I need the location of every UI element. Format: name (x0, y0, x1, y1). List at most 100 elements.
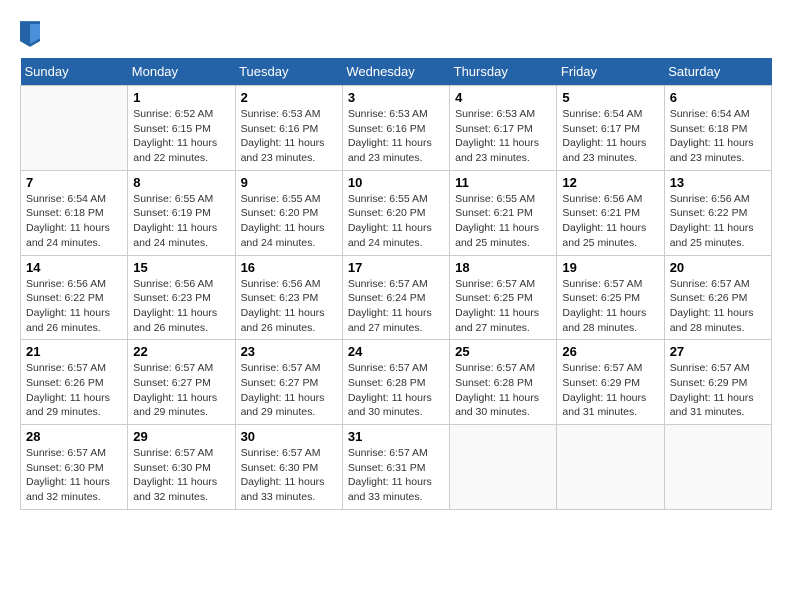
day-info: Sunrise: 6:56 AM Sunset: 6:22 PM Dayligh… (26, 277, 122, 336)
day-info: Sunrise: 6:54 AM Sunset: 6:18 PM Dayligh… (670, 107, 766, 166)
day-info: Sunrise: 6:57 AM Sunset: 6:30 PM Dayligh… (26, 446, 122, 505)
calendar-cell: 4 Sunrise: 6:53 AM Sunset: 6:17 PM Daylig… (450, 86, 557, 171)
day-info: Sunrise: 6:55 AM Sunset: 6:19 PM Dayligh… (133, 192, 229, 251)
day-number: 25 (455, 344, 551, 359)
col-header-wednesday: Wednesday (342, 58, 449, 86)
day-number: 8 (133, 175, 229, 190)
calendar-cell: 3Sunrise: 6:53 AM Sunset: 6:16 PM Daylig… (342, 86, 449, 171)
day-info: Sunrise: 6:57 AM Sunset: 6:24 PM Dayligh… (348, 277, 444, 336)
day-number: 4 (455, 90, 551, 105)
day-number: 20 (670, 260, 766, 275)
calendar-cell: 26 Sunrise: 6:57 AM Sunset: 6:29 PM Dayli… (557, 340, 664, 425)
calendar-cell: 8 Sunrise: 6:55 AM Sunset: 6:19 PM Daylig… (128, 170, 235, 255)
day-info: Sunrise: 6:57 AM Sunset: 6:29 PM Dayligh… (670, 361, 766, 420)
day-info: Sunrise: 6:57 AM Sunset: 6:28 PM Dayligh… (348, 361, 444, 420)
col-header-monday: Monday (128, 58, 235, 86)
page-header (20, 20, 772, 48)
calendar-cell: 2Sunrise: 6:53 AM Sunset: 6:16 PM Daylig… (235, 86, 342, 171)
calendar-cell: 25Sunrise: 6:57 AM Sunset: 6:28 PM Dayli… (450, 340, 557, 425)
day-info: Sunrise: 6:55 AM Sunset: 6:20 PM Dayligh… (348, 192, 444, 251)
calendar-cell (557, 425, 664, 510)
day-number: 19 (562, 260, 658, 275)
day-number: 29 (133, 429, 229, 444)
calendar-cell: 13 Sunrise: 6:56 AM Sunset: 6:22 PM Dayli… (664, 170, 771, 255)
calendar-cell: 7 Sunrise: 6:54 AM Sunset: 6:18 PM Daylig… (21, 170, 128, 255)
col-header-friday: Friday (557, 58, 664, 86)
calendar-week-row: 28 Sunrise: 6:57 AM Sunset: 6:30 PM Dayli… (21, 425, 772, 510)
day-info: Sunrise: 6:57 AM Sunset: 6:26 PM Dayligh… (670, 277, 766, 336)
col-header-saturday: Saturday (664, 58, 771, 86)
calendar-cell: 12 Sunrise: 6:56 AM Sunset: 6:21 PM Dayli… (557, 170, 664, 255)
day-number: 28 (26, 429, 122, 444)
day-number: 9 (241, 175, 337, 190)
day-info: Sunrise: 6:56 AM Sunset: 6:23 PM Dayligh… (133, 277, 229, 336)
calendar-cell: 27 Sunrise: 6:57 AM Sunset: 6:29 PM Dayli… (664, 340, 771, 425)
calendar-cell: 20 Sunrise: 6:57 AM Sunset: 6:26 PM Dayli… (664, 255, 771, 340)
day-info: Sunrise: 6:57 AM Sunset: 6:27 PM Dayligh… (241, 361, 337, 420)
calendar-cell: 22Sunrise: 6:57 AM Sunset: 6:27 PM Dayli… (128, 340, 235, 425)
day-number: 5 (562, 90, 658, 105)
calendar-header-row: SundayMondayTuesdayWednesdayThursdayFrid… (21, 58, 772, 86)
calendar-cell: 10 Sunrise: 6:55 AM Sunset: 6:20 PM Dayli… (342, 170, 449, 255)
day-info: Sunrise: 6:54 AM Sunset: 6:18 PM Dayligh… (26, 192, 122, 251)
col-header-thursday: Thursday (450, 58, 557, 86)
calendar-week-row: 1 Sunrise: 6:52 AM Sunset: 6:15 PM Daylig… (21, 86, 772, 171)
day-number: 26 (562, 344, 658, 359)
day-number: 10 (348, 175, 444, 190)
day-number: 16 (241, 260, 337, 275)
day-info: Sunrise: 6:52 AM Sunset: 6:15 PM Dayligh… (133, 107, 229, 166)
day-number: 30 (241, 429, 337, 444)
day-number: 6 (670, 90, 766, 105)
calendar-cell: 15 Sunrise: 6:56 AM Sunset: 6:23 PM Dayli… (128, 255, 235, 340)
day-number: 2 (241, 90, 337, 105)
calendar-cell: 31Sunrise: 6:57 AM Sunset: 6:31 PM Dayli… (342, 425, 449, 510)
day-number: 1 (133, 90, 229, 105)
calendar-cell: 21 Sunrise: 6:57 AM Sunset: 6:26 PM Dayli… (21, 340, 128, 425)
day-number: 14 (26, 260, 122, 275)
col-header-sunday: Sunday (21, 58, 128, 86)
day-number: 21 (26, 344, 122, 359)
day-info: Sunrise: 6:57 AM Sunset: 6:26 PM Dayligh… (26, 361, 122, 420)
day-number: 13 (670, 175, 766, 190)
col-header-tuesday: Tuesday (235, 58, 342, 86)
day-number: 27 (670, 344, 766, 359)
day-info: Sunrise: 6:54 AM Sunset: 6:17 PM Dayligh… (562, 107, 658, 166)
day-info: Sunrise: 6:57 AM Sunset: 6:31 PM Dayligh… (348, 446, 444, 505)
day-info: Sunrise: 6:53 AM Sunset: 6:17 PM Dayligh… (455, 107, 551, 166)
calendar-cell: 17 Sunrise: 6:57 AM Sunset: 6:24 PM Dayli… (342, 255, 449, 340)
day-info: Sunrise: 6:56 AM Sunset: 6:23 PM Dayligh… (241, 277, 337, 336)
day-info: Sunrise: 6:55 AM Sunset: 6:21 PM Dayligh… (455, 192, 551, 251)
day-info: Sunrise: 6:57 AM Sunset: 6:25 PM Dayligh… (455, 277, 551, 336)
day-info: Sunrise: 6:57 AM Sunset: 6:30 PM Dayligh… (133, 446, 229, 505)
day-info: Sunrise: 6:57 AM Sunset: 6:29 PM Dayligh… (562, 361, 658, 420)
calendar-cell: 19Sunrise: 6:57 AM Sunset: 6:25 PM Dayli… (557, 255, 664, 340)
day-number: 12 (562, 175, 658, 190)
calendar-cell: 23 Sunrise: 6:57 AM Sunset: 6:27 PM Dayli… (235, 340, 342, 425)
calendar-week-row: 21 Sunrise: 6:57 AM Sunset: 6:26 PM Dayli… (21, 340, 772, 425)
calendar-cell: 6 Sunrise: 6:54 AM Sunset: 6:18 PM Daylig… (664, 86, 771, 171)
day-number: 15 (133, 260, 229, 275)
calendar-cell (450, 425, 557, 510)
day-number: 11 (455, 175, 551, 190)
day-number: 17 (348, 260, 444, 275)
day-info: Sunrise: 6:55 AM Sunset: 6:20 PM Dayligh… (241, 192, 337, 251)
day-info: Sunrise: 6:57 AM Sunset: 6:30 PM Dayligh… (241, 446, 337, 505)
day-number: 23 (241, 344, 337, 359)
day-number: 18 (455, 260, 551, 275)
calendar-week-row: 7 Sunrise: 6:54 AM Sunset: 6:18 PM Daylig… (21, 170, 772, 255)
logo (20, 20, 44, 48)
day-info: Sunrise: 6:56 AM Sunset: 6:21 PM Dayligh… (562, 192, 658, 251)
day-number: 3 (348, 90, 444, 105)
calendar-cell: 5 Sunrise: 6:54 AM Sunset: 6:17 PM Daylig… (557, 86, 664, 171)
calendar-table: SundayMondayTuesdayWednesdayThursdayFrid… (20, 58, 772, 510)
calendar-week-row: 14 Sunrise: 6:56 AM Sunset: 6:22 PM Dayli… (21, 255, 772, 340)
calendar-cell: 11 Sunrise: 6:55 AM Sunset: 6:21 PM Dayli… (450, 170, 557, 255)
calendar-cell: 14 Sunrise: 6:56 AM Sunset: 6:22 PM Dayli… (21, 255, 128, 340)
calendar-cell: 16 Sunrise: 6:56 AM Sunset: 6:23 PM Dayli… (235, 255, 342, 340)
calendar-cell: 24Sunrise: 6:57 AM Sunset: 6:28 PM Dayli… (342, 340, 449, 425)
day-number: 22 (133, 344, 229, 359)
calendar-cell (664, 425, 771, 510)
day-number: 7 (26, 175, 122, 190)
day-info: Sunrise: 6:56 AM Sunset: 6:22 PM Dayligh… (670, 192, 766, 251)
calendar-cell (21, 86, 128, 171)
